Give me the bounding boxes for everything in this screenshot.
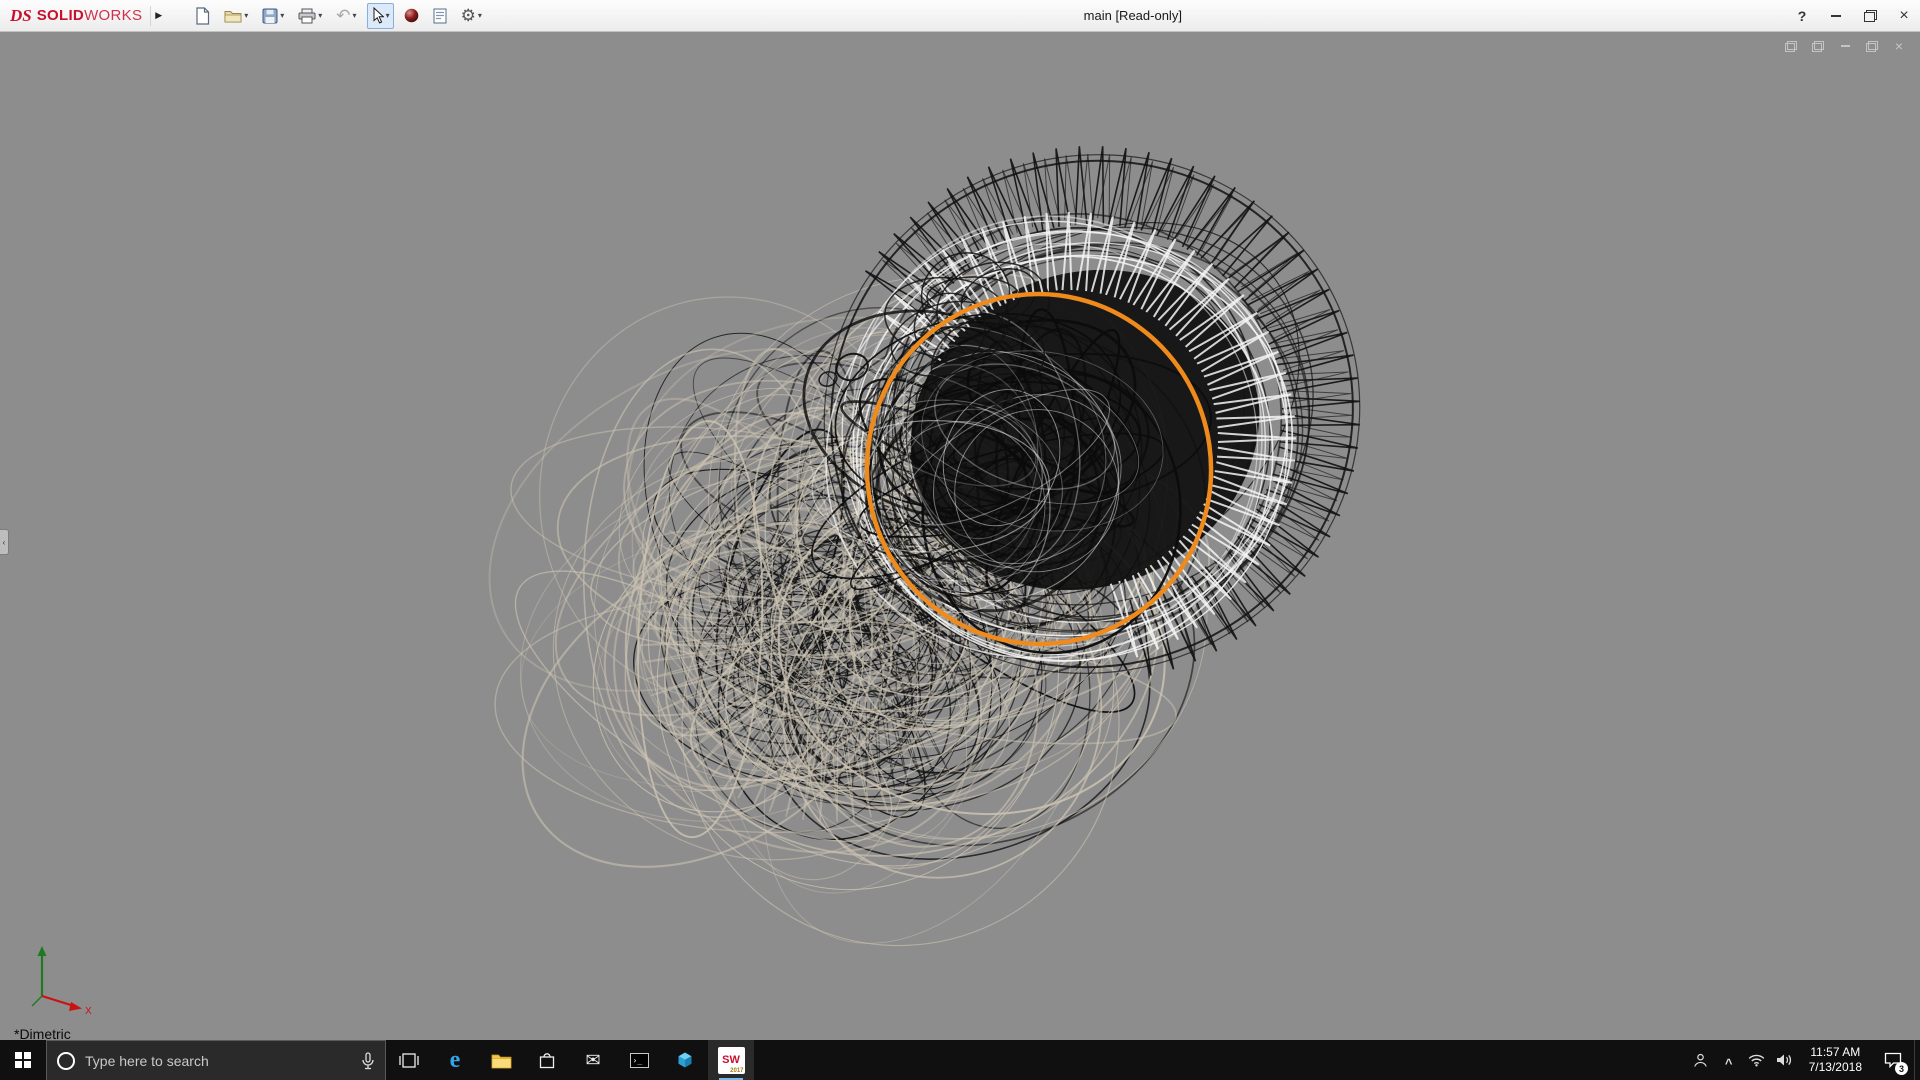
solidworks-app-icon: SW 2017 (717, 1046, 745, 1074)
speaker-icon (1777, 1054, 1792, 1066)
command-prompt-icon: ›_ (629, 1052, 649, 1068)
window-controls: ? × (1794, 0, 1912, 32)
store-button[interactable] (524, 1040, 570, 1080)
search-input[interactable] (85, 1052, 351, 1069)
select-dropdown-caret[interactable]: ▾ (386, 11, 390, 20)
chevron-up-icon: ^ (1724, 1055, 1733, 1071)
system-tray: ^ 11:57 AM 7/13/2018 3 (1687, 1040, 1920, 1080)
options-button[interactable]: ⚙ ▾ (457, 3, 486, 29)
save-floppy-icon (262, 8, 278, 23)
panel-collapse-tab[interactable]: ‹ (0, 529, 9, 555)
network-button[interactable] (1743, 1040, 1771, 1080)
new-document-icon (196, 6, 210, 25)
mail-icon: ✉ (585, 1050, 601, 1070)
new-window-icon (1785, 40, 1797, 52)
gear-icon: ⚙ (460, 6, 476, 25)
volume-button[interactable] (1771, 1040, 1799, 1080)
svg-text:X: X (85, 1006, 92, 1017)
help-button[interactable]: ? (1794, 6, 1810, 26)
start-button[interactable] (0, 1040, 46, 1080)
titlebar: DS SOLIDWORKS ▶ ▾ ▾ ▾ ↶ ▾ ▾ ⚙ ▾ main [Re… (0, 0, 1920, 32)
close-button[interactable]: × (1896, 6, 1912, 26)
print-button[interactable]: ▾ (294, 3, 326, 29)
open-button[interactable]: ▾ (220, 3, 252, 29)
person-icon (1694, 1053, 1707, 1067)
options-dropdown-caret[interactable]: ▾ (478, 11, 482, 20)
solidworks-logo: DS SOLIDWORKS (0, 7, 150, 24)
command-prompt-button[interactable]: ›_ (616, 1040, 662, 1080)
close-icon: × (1899, 7, 1909, 24)
wifi-icon (1748, 1054, 1765, 1066)
doc-restore-icon (1866, 40, 1878, 52)
save-dropdown-caret[interactable]: ▾ (280, 11, 284, 20)
undo-dropdown-caret[interactable]: ▾ (353, 11, 357, 20)
solidworks-wordmark: SOLIDWORKS (36, 7, 143, 24)
microphone-icon[interactable] (361, 1051, 375, 1070)
doc-restore-button[interactable] (1865, 38, 1879, 54)
windows-logo-icon (15, 1052, 31, 1068)
restore-icon (1863, 10, 1877, 22)
toolbar-flyout-button[interactable]: ▶ (150, 5, 166, 26)
tray-date: 7/13/2018 (1808, 1060, 1862, 1074)
document-window-controls: × (1784, 38, 1906, 54)
edge-button[interactable]: e (432, 1040, 478, 1080)
file-explorer-icon (491, 1054, 511, 1068)
undo-icon: ↶ (336, 6, 351, 25)
select-tool-button[interactable]: ▾ (366, 2, 394, 29)
show-desktop-button[interactable] (1914, 1040, 1920, 1080)
doc-close-icon: × (1894, 38, 1904, 54)
properties-button[interactable] (429, 3, 451, 29)
cortana-icon (57, 1051, 75, 1070)
task-view-icon (399, 1052, 419, 1068)
print-dropdown-caret[interactable]: ▾ (318, 11, 322, 20)
clock[interactable]: 11:57 AM 7/13/2018 (1799, 1040, 1872, 1080)
solidworks-taskbar-button[interactable]: SW 2017 (708, 1040, 754, 1080)
taskbar-search[interactable] (46, 1040, 386, 1080)
dassault-logo-icon: DS (10, 6, 32, 25)
new-document-button[interactable] (191, 3, 214, 29)
edge-icon: e (449, 1047, 461, 1073)
open-folder-icon (224, 10, 242, 22)
minimize-button[interactable] (1828, 6, 1844, 26)
3d-cube-icon (678, 1052, 692, 1068)
minimize-icon (1831, 15, 1841, 17)
action-center-button[interactable]: 3 (1872, 1040, 1914, 1080)
orientation-triad: X (31, 946, 92, 1017)
doc-minimize-button[interactable] (1838, 38, 1852, 54)
people-button[interactable] (1687, 1040, 1715, 1080)
mail-button[interactable]: ✉ (570, 1040, 616, 1080)
save-button[interactable]: ▾ (258, 3, 288, 29)
restore-button[interactable] (1862, 6, 1878, 26)
notification-badge: 3 (1895, 1062, 1908, 1075)
tray-overflow-button[interactable]: ^ (1715, 1040, 1743, 1080)
doc-minimize-icon (1840, 45, 1850, 47)
file-explorer-button[interactable] (478, 1040, 524, 1080)
doc-close-button[interactable]: × (1892, 38, 1906, 54)
red-sphere-icon (404, 8, 418, 23)
properties-form-icon (433, 8, 447, 23)
appearance-sphere-button[interactable] (400, 3, 423, 29)
store-bag-icon (539, 1053, 555, 1069)
cascade-icon (1812, 40, 1824, 52)
doc-cascade-button[interactable] (1811, 38, 1825, 54)
print-icon (298, 8, 316, 23)
3d-app-button[interactable] (662, 1040, 708, 1080)
select-arrow-icon (373, 7, 384, 24)
tray-time: 11:57 AM (1810, 1045, 1861, 1059)
view-orientation-label: *Dimetric (14, 1026, 71, 1040)
undo-button[interactable]: ↶ ▾ (332, 3, 360, 29)
taskbar: e ✉ ›_ SW 2017 (0, 1040, 1920, 1080)
engine-wireframe (488, 146, 1361, 947)
doc-new-window-button[interactable] (1784, 38, 1798, 54)
document-title: main [Read-only] (1083, 8, 1182, 23)
graphics-area[interactable]: × ‹ X *Dimetric (0, 32, 1920, 1040)
open-dropdown-caret[interactable]: ▾ (244, 11, 248, 20)
task-view-button[interactable] (386, 1040, 432, 1080)
